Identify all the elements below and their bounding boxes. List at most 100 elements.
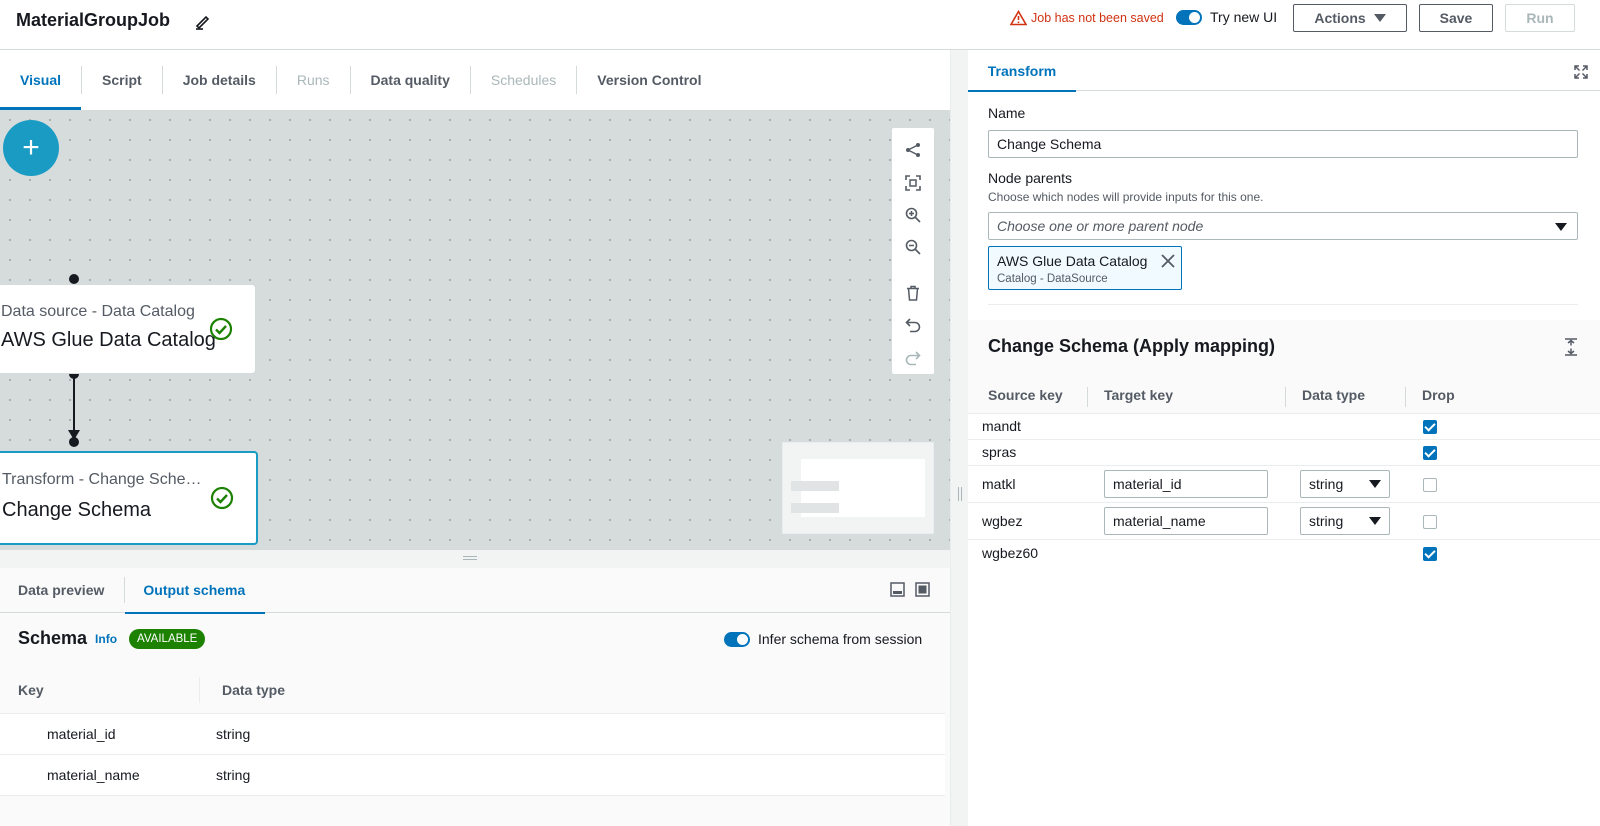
drop-checkbox[interactable] — [1423, 446, 1437, 460]
mapping-row: mandt — [968, 414, 1600, 440]
source-key: matkl — [982, 476, 1016, 492]
run-button[interactable]: Run — [1505, 4, 1575, 32]
apply-mapping-header: Change Schema (Apply mapping) — [968, 320, 1600, 378]
node-subtitle: Data source - Data Catalog — [1, 303, 195, 320]
transform-input-handle[interactable] — [69, 437, 79, 447]
node-parents-select[interactable]: Choose one or more parent node — [988, 212, 1578, 240]
target-key-input[interactable]: material_name — [1104, 507, 1268, 535]
column-divider — [1285, 387, 1286, 407]
tab-version-control[interactable]: Version Control — [577, 50, 721, 110]
target-key-input[interactable]: material_id — [1104, 470, 1268, 498]
source-key: spras — [982, 444, 1017, 460]
tab-script[interactable]: Script — [82, 50, 162, 110]
canvas-toolbar — [892, 128, 934, 374]
section-title: Change Schema (Apply mapping) — [988, 336, 1276, 356]
infer-schema-toggle[interactable] — [724, 631, 750, 647]
caret-down-icon — [1555, 223, 1567, 231]
tab-output-schema[interactable]: Output schema — [125, 568, 266, 614]
zoom-in-icon[interactable] — [898, 199, 928, 231]
actions-dropdown-button[interactable]: Actions — [1293, 4, 1407, 32]
data-type-select[interactable]: string — [1300, 470, 1390, 498]
check-circle-icon — [210, 486, 234, 510]
source-key: wgbez60 — [982, 545, 1039, 561]
node-data-source[interactable]: Data source - Data Catalog AWS Glue Data… — [0, 284, 256, 374]
try-new-ui: Try new UI — [1176, 9, 1277, 25]
infer-schema-label: Infer schema from session — [758, 631, 923, 647]
collapse-icon[interactable] — [1564, 338, 1578, 356]
node-name-input[interactable]: Change Schema — [988, 130, 1578, 158]
column-header-source-key: Source key — [988, 387, 1063, 403]
tab-job-details[interactable]: Job details — [163, 50, 276, 110]
try-new-ui-toggle[interactable] — [1176, 9, 1202, 25]
minimap-node — [791, 503, 839, 513]
edit-pencil-icon[interactable] — [194, 12, 212, 30]
warning-icon — [1010, 10, 1027, 26]
drop-checkbox[interactable] — [1423, 547, 1437, 561]
close-icon[interactable] — [1161, 254, 1175, 268]
caret-down-icon — [1373, 14, 1386, 22]
drag-handle-icon — [958, 487, 962, 501]
mapping-row: matkl material_id string — [968, 466, 1600, 503]
redo-icon[interactable] — [898, 342, 928, 374]
drag-handle-icon — [463, 556, 477, 560]
column-divider — [1087, 387, 1088, 407]
source-input-handle[interactable] — [69, 274, 79, 284]
bottom-panel: Data preview Output schema Schema Info A… — [0, 568, 950, 826]
save-button[interactable]: Save — [1419, 4, 1493, 32]
visual-canvas[interactable]: + Data source - Data Catalog AWS Glue Da… — [0, 110, 950, 550]
node-transform-change-schema[interactable]: Transform - Change Sche… Change Schema — [0, 451, 258, 545]
minimize-panel-icon[interactable] — [890, 582, 905, 597]
node-title: Change Schema — [2, 499, 151, 521]
column-header-target-key: Target key — [1104, 387, 1173, 403]
vertical-resize-handle[interactable] — [950, 50, 968, 826]
mapping-row: wgbez60 — [968, 540, 1600, 568]
mapping-row: spras — [968, 440, 1600, 466]
tab-runs[interactable]: Runs — [277, 50, 350, 110]
node-parents-label: Node parents — [988, 170, 1073, 186]
token-title: AWS Glue Data Catalog — [997, 253, 1148, 269]
unsaved-warning: Job has not been saved — [1010, 10, 1164, 26]
node-title: AWS Glue Data Catalog — [1, 329, 216, 351]
schema-table: Key Data type material_id string materia… — [0, 666, 945, 796]
caret-down-icon — [1369, 480, 1381, 488]
data-type-value: string — [1309, 476, 1344, 492]
properties-tabs: Transform — [968, 50, 1600, 92]
table-row: material_name string — [0, 755, 945, 796]
warning-text: Job has not been saved — [1031, 11, 1164, 25]
table-row: material_id string — [0, 714, 945, 755]
job-tabs: Visual Script Job details Runs Data qual… — [0, 50, 950, 110]
tab-transform[interactable]: Transform — [968, 50, 1076, 92]
fit-view-icon[interactable] — [898, 166, 928, 198]
zoom-out-icon[interactable] — [898, 231, 928, 263]
tab-schedules[interactable]: Schedules — [471, 50, 576, 110]
maximize-panel-icon[interactable] — [915, 582, 930, 597]
mapping-table: Source key Target key Data type Drop man… — [968, 378, 1600, 568]
undo-icon[interactable] — [898, 309, 928, 341]
expand-icon[interactable] — [1574, 65, 1588, 79]
canvas-minimap[interactable] — [782, 442, 934, 534]
parent-token: AWS Glue Data Catalog Catalog - DataSour… — [988, 246, 1182, 290]
tab-data-preview[interactable]: Data preview — [0, 568, 124, 613]
drop-checkbox[interactable] — [1423, 515, 1437, 529]
tab-visual[interactable]: Visual — [0, 50, 81, 110]
add-node-button[interactable]: + — [3, 120, 59, 176]
tab-data-quality[interactable]: Data quality — [351, 50, 470, 110]
divider — [988, 304, 1578, 305]
select-placeholder: Choose one or more parent node — [997, 218, 1204, 234]
column-header-data-type: Data type — [1302, 387, 1366, 403]
horizontal-resize-handle[interactable] — [0, 550, 950, 568]
data-type-select[interactable]: string — [1300, 507, 1390, 535]
drop-checkbox[interactable] — [1423, 478, 1437, 492]
name-label: Name — [988, 105, 1026, 121]
job-title: MaterialGroupJob — [16, 10, 171, 30]
schema-title: Schema — [18, 628, 88, 648]
info-link[interactable]: Info — [95, 632, 117, 646]
token-subtitle: Catalog - DataSource — [997, 273, 1108, 285]
job-header: MaterialGroupJob Job has not been saved … — [0, 0, 1600, 50]
drop-checkbox[interactable] — [1423, 420, 1437, 434]
layout-icon[interactable] — [898, 134, 928, 166]
delete-icon[interactable] — [898, 277, 928, 309]
caret-down-icon — [1369, 517, 1381, 525]
column-header-drop: Drop — [1422, 387, 1455, 403]
actions-label: Actions — [1314, 10, 1366, 26]
